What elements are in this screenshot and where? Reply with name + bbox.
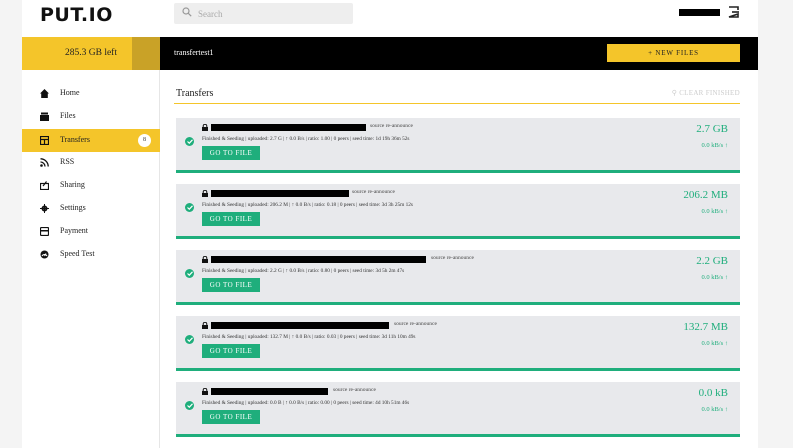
transfer-status: Finished & Seeding | uploaded: 2.2 G | ↑… xyxy=(202,268,405,274)
transfer-tags: source re-announce xyxy=(431,255,474,261)
go-to-file-button[interactable]: GO TO FILE xyxy=(202,212,260,226)
transfer-name-redacted xyxy=(211,322,389,329)
speedometer-icon xyxy=(40,250,49,259)
transfer-size: 0.0 kB xyxy=(698,387,728,399)
check-circle-icon xyxy=(185,137,194,146)
sidebar-item-sharing[interactable]: Sharing xyxy=(22,174,160,197)
check-circle-icon xyxy=(185,335,194,344)
transfer-size: 2.7 GB xyxy=(696,123,728,135)
transfer-status: Finished & Seeding | uploaded: 206.2 M |… xyxy=(202,202,413,208)
transfers-panel: Transfers ⚲ CLEAR FINISHED source re-ann… xyxy=(174,70,740,448)
sidebar-item-home[interactable]: Home xyxy=(22,82,160,105)
transfer-speed-value: 0.0 kB/s xyxy=(701,340,724,347)
rss-icon xyxy=(40,158,49,167)
transfer-speed-value: 0.0 kB/s xyxy=(701,142,724,149)
transfer-card[interactable]: source re-announce Finished & Seeding | … xyxy=(176,184,740,239)
transfer-size: 2.2 GB xyxy=(696,255,728,267)
transfer-card[interactable]: source re-announce Finished & Seeding | … xyxy=(176,250,740,305)
lock-icon xyxy=(202,256,208,263)
title-divider xyxy=(174,103,740,104)
check-circle-icon xyxy=(185,269,194,278)
arrow-up-icon: ↑ xyxy=(724,406,728,413)
transfer-name-redacted xyxy=(211,388,328,395)
transfer-size: 206.2 MB xyxy=(683,189,728,201)
go-to-file-button[interactable]: GO TO FILE xyxy=(202,146,260,160)
transfer-speed-value: 0.0 kB/s xyxy=(701,406,724,413)
go-to-file-button[interactable]: GO TO FILE xyxy=(202,344,260,358)
sidebar-item-payment[interactable]: Payment xyxy=(22,220,160,243)
disk-space-indicator[interactable]: 285.3 GB left xyxy=(22,37,160,70)
sidebar: Home Files Transfers 8 RSS Sharing Setti… xyxy=(22,70,160,448)
transfer-card[interactable]: source re-announce Finished & Seeding | … xyxy=(176,316,740,371)
clear-finished-label: CLEAR FINISHED xyxy=(679,89,740,97)
disk-space-label: 285.3 GB left xyxy=(65,48,117,58)
check-circle-icon xyxy=(185,401,194,410)
transfer-tags: source re-announce xyxy=(333,387,376,393)
transfer-name-redacted xyxy=(211,190,349,197)
transfer-speed: 0.0 kB/s ↑ xyxy=(701,274,728,281)
transfers-count-badge: 8 xyxy=(138,134,151,147)
sidebar-item-label: Settings xyxy=(60,203,86,212)
files-icon xyxy=(40,112,49,121)
page-title: Transfers xyxy=(176,88,214,99)
transfer-tags: source re-announce xyxy=(352,189,395,195)
gear-icon xyxy=(40,204,49,213)
sidebar-item-label: Sharing xyxy=(60,180,85,189)
sidebar-item-transfers[interactable]: Transfers 8 xyxy=(22,129,160,152)
transfer-tags: source re-announce xyxy=(394,321,437,327)
go-to-file-button[interactable]: GO TO FILE xyxy=(202,410,260,424)
arrow-up-icon: ↑ xyxy=(724,274,728,281)
lock-icon xyxy=(202,322,208,329)
top-bar: PUT.IO xyxy=(22,0,758,37)
transfer-status: Finished & Seeding | uploaded: 2.7 G | ↑… xyxy=(202,136,410,142)
sidebar-item-rss[interactable]: RSS xyxy=(22,151,160,174)
lock-icon xyxy=(202,190,208,197)
lock-icon xyxy=(202,388,208,395)
sharing-icon xyxy=(40,181,49,190)
arrow-up-icon: ↑ xyxy=(724,340,728,347)
sidebar-item-label: Transfers xyxy=(60,135,90,144)
sidebar-item-label: Files xyxy=(60,111,76,120)
transfer-speed: 0.0 kB/s ↑ xyxy=(701,406,728,413)
sidebar-item-label: RSS xyxy=(60,157,75,166)
transfer-tags: source re-announce xyxy=(370,123,413,129)
search-icon xyxy=(182,7,192,17)
username-redacted[interactable] xyxy=(679,9,720,16)
breadcrumb: transfertest1 xyxy=(174,48,214,57)
app-frame: PUT.IO 285.3 GB left transfertest1 + NEW… xyxy=(22,0,758,448)
lock-icon xyxy=(202,124,208,131)
logout-icon[interactable] xyxy=(728,6,740,18)
home-icon xyxy=(40,89,49,98)
transfer-speed: 0.0 kB/s ↑ xyxy=(701,142,728,149)
sidebar-item-settings[interactable]: Settings xyxy=(22,197,160,220)
transfers-icon xyxy=(40,136,49,145)
sidebar-item-speed-test[interactable]: Speed Test xyxy=(22,243,160,266)
sidebar-item-label: Speed Test xyxy=(60,249,95,258)
search-input[interactable] xyxy=(198,5,348,22)
transfer-speed-value: 0.0 kB/s xyxy=(701,208,724,215)
transfer-speed-value: 0.0 kB/s xyxy=(701,274,724,281)
transfer-name-redacted xyxy=(211,124,366,131)
sidebar-item-files[interactable]: Files xyxy=(22,105,160,128)
sidebar-item-label: Home xyxy=(60,88,80,97)
transfer-speed: 0.0 kB/s ↑ xyxy=(701,208,728,215)
transfer-card[interactable]: source re-announce Finished & Seeding | … xyxy=(176,382,740,437)
transfer-name-redacted xyxy=(211,256,426,263)
check-circle-icon xyxy=(185,203,194,212)
logo[interactable]: PUT.IO xyxy=(40,4,113,26)
search-box[interactable] xyxy=(174,3,353,24)
sidebar-item-label: Payment xyxy=(60,226,88,235)
transfer-status: Finished & Seeding | uploaded: 132.7 M |… xyxy=(202,334,416,340)
transfer-status: Finished & Seeding | uploaded: 0.0 B | ↑… xyxy=(202,400,410,406)
payment-icon xyxy=(40,227,49,236)
arrow-up-icon: ↑ xyxy=(724,208,728,215)
transfer-speed: 0.0 kB/s ↑ xyxy=(701,340,728,347)
clear-finished-button[interactable]: ⚲ CLEAR FINISHED xyxy=(672,89,740,97)
transfer-card[interactable]: source re-announce Finished & Seeding | … xyxy=(176,118,740,173)
go-to-file-button[interactable]: GO TO FILE xyxy=(202,278,260,292)
new-files-button[interactable]: + NEW FILES xyxy=(607,44,740,62)
arrow-up-icon: ↑ xyxy=(724,142,728,149)
transfer-size: 132.7 MB xyxy=(683,321,728,333)
